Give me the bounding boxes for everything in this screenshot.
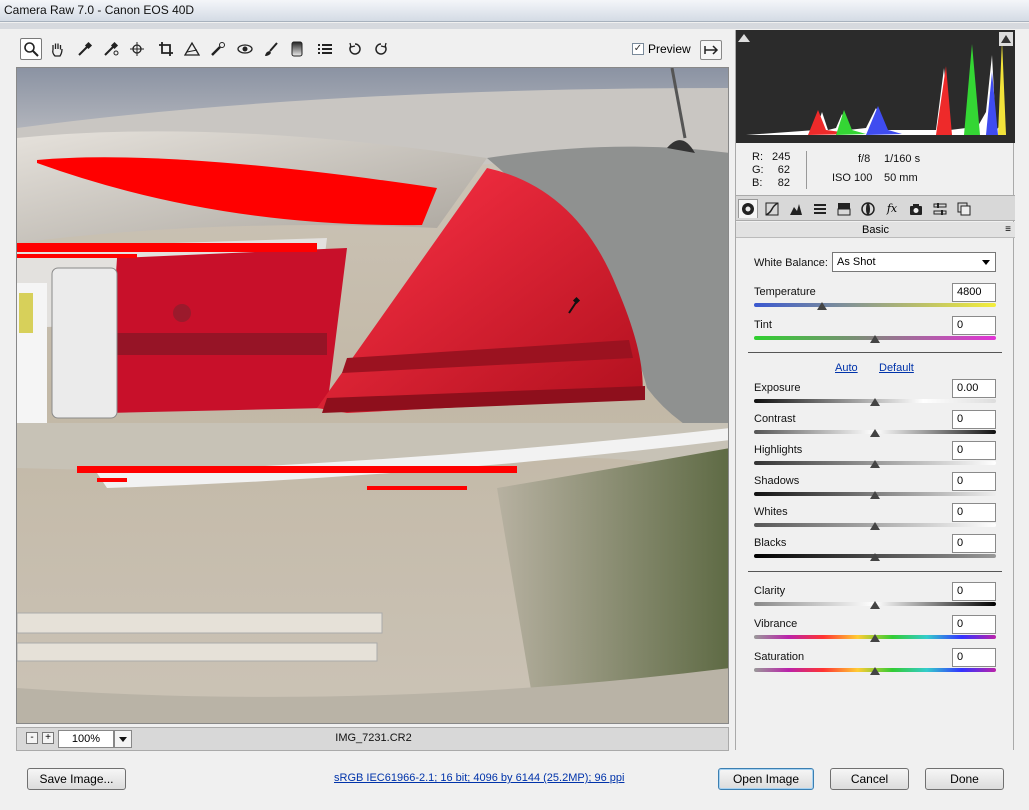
whites-label: Whites — [754, 506, 788, 518]
panel-menu-icon[interactable]: ≡ — [1005, 222, 1011, 238]
highlights-value-field[interactable]: 0 — [952, 441, 996, 460]
tab-tone-curve[interactable] — [762, 199, 782, 218]
tab-detail[interactable] — [786, 199, 806, 218]
tab-effects[interactable]: fx — [882, 199, 902, 218]
readout-divider — [806, 151, 807, 189]
tab-presets[interactable] — [930, 199, 950, 218]
white-balance-icon[interactable] — [74, 38, 96, 60]
save-image-button[interactable]: Save Image... — [27, 768, 126, 790]
clarity-slider-thumb[interactable] — [870, 601, 880, 609]
whites-slider-thumb[interactable] — [870, 522, 880, 530]
zoom-icon[interactable] — [20, 38, 42, 60]
auto-link[interactable]: Auto — [835, 362, 858, 374]
blacks-value-field[interactable]: 0 — [952, 534, 996, 553]
preview-toggle[interactable]: ✓ Preview — [632, 42, 691, 56]
temperature-value-field[interactable]: 4800 — [952, 283, 996, 302]
rotate-cw-icon[interactable] — [370, 38, 392, 60]
white-balance-label: White Balance: — [754, 257, 828, 269]
fullscreen-toggle-button[interactable] — [700, 40, 722, 60]
section-divider — [748, 352, 1002, 353]
vibrance-slider-thumb[interactable] — [870, 634, 880, 642]
blue-value: 82 — [777, 177, 790, 189]
red-eye-icon[interactable] — [234, 38, 256, 60]
highlights-label: Highlights — [754, 444, 803, 456]
adjustment-brush-icon[interactable] — [260, 38, 282, 60]
contrast-label: Contrast — [754, 413, 796, 425]
cancel-button[interactable]: Cancel — [830, 768, 909, 790]
blacks-label: Blacks — [754, 537, 787, 549]
shadows-label: Shadows — [754, 475, 800, 487]
adjustment-panel: R: 245 G: 62 B: 82 f/8 1/160 s ISO 100 5… — [735, 30, 1015, 750]
temperature-label: Temperature — [754, 286, 816, 298]
shutter-value: 1/160 s — [884, 153, 921, 165]
red-value: 245 — [772, 151, 791, 163]
workflow-options-link[interactable]: sRGB IEC61966-2.1; 16 bit; 4096 by 6144 … — [334, 772, 624, 784]
exposure-slider-thumb[interactable] — [870, 398, 880, 406]
whites-value-field[interactable]: 0 — [952, 503, 996, 522]
preview-label: Preview — [648, 42, 691, 56]
section-title-text: Basic — [862, 224, 889, 236]
saturation-slider-thumb[interactable] — [870, 667, 880, 675]
highlights-slider-thumb[interactable] — [870, 460, 880, 468]
straighten-icon[interactable] — [181, 38, 203, 60]
window-title: Camera Raw 7.0 - Canon EOS 40D — [4, 3, 195, 17]
clarity-value-field[interactable]: 0 — [952, 582, 996, 601]
presets-list-icon[interactable] — [314, 38, 336, 60]
preview-status-bar: - + 100% IMG_7231.CR2 — [16, 727, 729, 751]
section-divider — [748, 571, 1002, 572]
image-preview-canvas[interactable] — [16, 67, 729, 724]
open-image-button[interactable]: Open Image — [718, 768, 814, 790]
red-label: R: — [752, 151, 763, 163]
green-label: G: — [752, 164, 764, 176]
temperature-slider-track[interactable] — [754, 303, 996, 307]
preview-checkbox[interactable]: ✓ — [632, 43, 644, 55]
spot-removal-icon[interactable] — [207, 38, 229, 60]
done-button[interactable]: Done — [925, 768, 1004, 790]
pixel-readout: R: 245 G: 62 B: 82 f/8 1/160 s ISO 100 5… — [736, 145, 1015, 195]
white-balance-select[interactable]: As Shot — [832, 252, 996, 272]
focal-length-value: 50 mm — [884, 172, 918, 184]
contrast-value-field[interactable]: 0 — [952, 410, 996, 429]
vibrance-label: Vibrance — [754, 618, 798, 630]
saturation-value-field[interactable]: 0 — [952, 648, 996, 667]
shadows-slider-thumb[interactable] — [870, 491, 880, 499]
hand-icon[interactable] — [46, 38, 68, 60]
top-separator — [0, 23, 1029, 29]
temperature-slider-thumb[interactable] — [816, 302, 827, 310]
title-bar: Camera Raw 7.0 - Canon EOS 40D — [0, 0, 1029, 22]
exposure-label: Exposure — [754, 382, 801, 394]
shadows-value-field[interactable]: 0 — [952, 472, 996, 491]
clarity-label: Clarity — [754, 585, 786, 597]
graduated-filter-icon[interactable] — [286, 38, 308, 60]
vibrance-value-field[interactable]: 0 — [952, 615, 996, 634]
targeted-adjust-icon[interactable] — [127, 38, 149, 60]
tint-value-field[interactable]: 0 — [952, 316, 996, 335]
saturation-label: Saturation — [754, 651, 805, 663]
tab-basic[interactable] — [738, 199, 758, 218]
tint-label: Tint — [754, 319, 772, 331]
aperture-value: f/8 — [858, 153, 871, 165]
tab-lens-corrections[interactable] — [858, 199, 878, 218]
green-value: 62 — [777, 164, 790, 176]
filename-label: IMG_7231.CR2 — [335, 732, 412, 744]
color-sampler-icon[interactable] — [100, 38, 122, 60]
crop-icon[interactable] — [155, 38, 177, 60]
blue-label: B: — [752, 177, 763, 189]
default-link[interactable]: Default — [879, 362, 914, 374]
tint-slider-thumb[interactable] — [870, 335, 880, 343]
panel-section-title: Basic ≡ — [736, 222, 1015, 238]
tab-snapshots[interactable] — [954, 199, 974, 218]
tab-hsl[interactable] — [810, 199, 830, 218]
tab-split-toning[interactable] — [834, 199, 854, 218]
histogram — [736, 30, 1015, 143]
blacks-slider-thumb[interactable] — [870, 553, 880, 561]
toolbar — [16, 36, 730, 64]
car-photo — [17, 68, 728, 723]
exposure-value-field[interactable]: 0.00 — [952, 379, 996, 398]
tab-camera-calibration[interactable] — [906, 199, 926, 218]
panel-tabs: fx — [736, 195, 1015, 221]
contrast-slider-thumb[interactable] — [870, 429, 880, 437]
rotate-ccw-icon[interactable] — [344, 38, 366, 60]
iso-value: ISO 100 — [832, 172, 873, 184]
